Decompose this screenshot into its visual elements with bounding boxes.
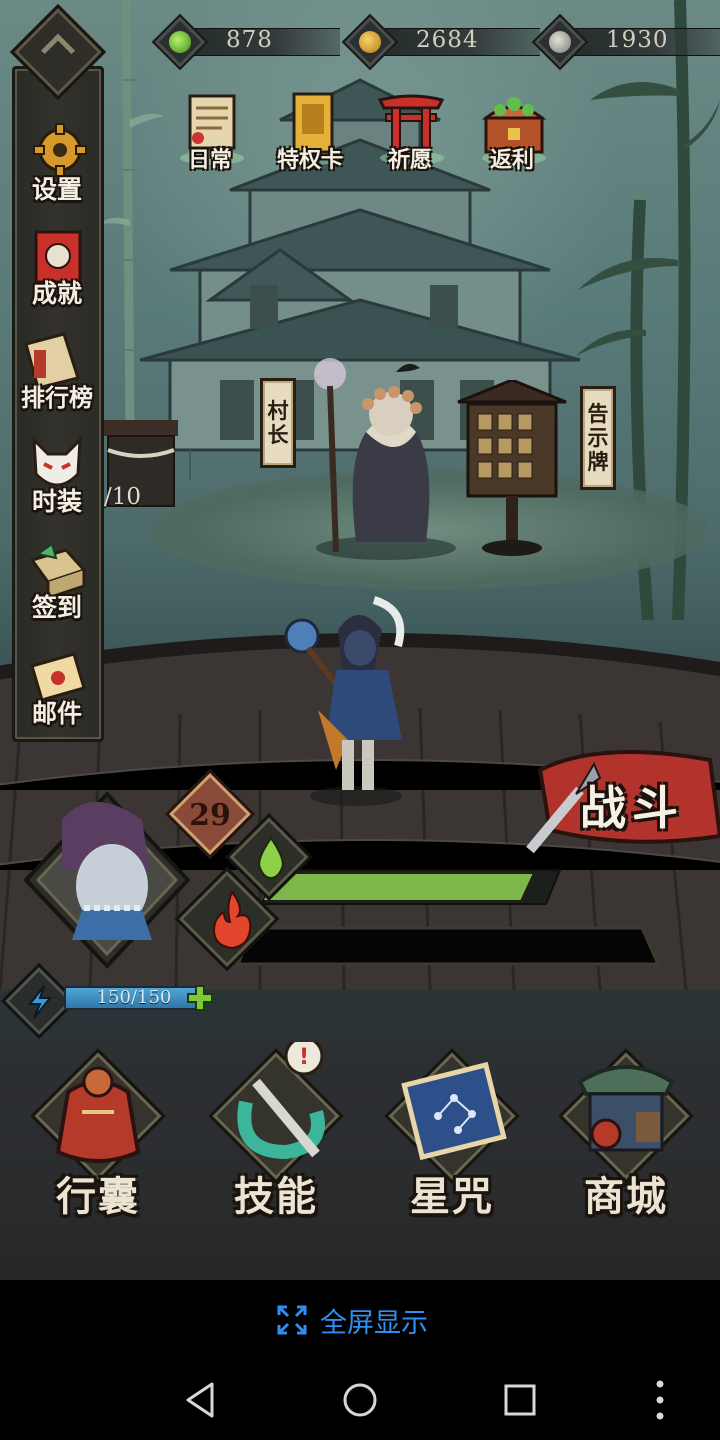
game-viewport[interactable]: 村 长 告 示 牌 /10 战斗 29 150/150 878 2684 193… xyxy=(0,0,720,1280)
skills-alert-badge: ! xyxy=(299,1045,309,1070)
fashion-label: 时装 xyxy=(31,487,82,516)
village-chief-sign-char-1: 村 xyxy=(267,397,289,423)
fullscreen-label: 全屏显示 xyxy=(320,1307,428,1339)
experience-fill xyxy=(264,874,533,900)
shop-stall-icon xyxy=(577,1065,675,1152)
leaderboard-button[interactable]: 排行榜 xyxy=(8,326,106,422)
silver-value: 1930 xyxy=(606,27,669,53)
battle-button[interactable]: 战斗 xyxy=(520,740,720,860)
privilege-card-button[interactable]: 特权卡 xyxy=(264,90,356,190)
jade-value: 878 xyxy=(226,27,273,53)
nav-shop-label: 商城 xyxy=(584,1173,668,1220)
fashion-button[interactable]: 时装 xyxy=(14,430,100,526)
more-options-icon[interactable] xyxy=(638,1378,682,1422)
shrine-counter: /10 xyxy=(104,484,142,510)
nav-skills[interactable]: ! 技能 xyxy=(196,1042,356,1232)
nav-skills-label: 技能 xyxy=(234,1173,318,1220)
player-hero[interactable] xyxy=(278,590,428,810)
fullscreen-expand-icon xyxy=(277,1305,307,1335)
water-drop-icon xyxy=(258,836,284,880)
mail-label: 邮件 xyxy=(31,699,82,728)
home-icon[interactable] xyxy=(338,1378,382,1422)
nav-stars[interactable]: 星咒 xyxy=(372,1042,532,1232)
level-value: 29 xyxy=(189,798,231,833)
player-portrait[interactable] xyxy=(22,790,192,970)
settings-label: 设置 xyxy=(31,175,82,204)
nav-bag-label: 行囊 xyxy=(56,1173,140,1220)
fire-icon xyxy=(212,890,252,950)
gold-coin-icon xyxy=(359,31,381,53)
pray-button[interactable]: 祈愿 xyxy=(364,90,456,190)
settings-button[interactable]: 设置 xyxy=(14,118,100,214)
notice-board-sign-char-2: 示 xyxy=(587,424,609,450)
checkin-label: 签到 xyxy=(31,593,82,622)
silver-coin-icon xyxy=(549,31,571,53)
experience-bar xyxy=(262,869,562,905)
resource-silver[interactable]: 1930 xyxy=(531,13,720,71)
village-chief-sign-char-2: 长 xyxy=(267,422,289,447)
pray-label: 祈愿 xyxy=(387,147,432,173)
nav-stars-label: 星咒 xyxy=(410,1173,494,1220)
notice-board[interactable] xyxy=(452,380,572,560)
gold-value: 2684 xyxy=(416,27,479,53)
recents-icon[interactable] xyxy=(498,1378,542,1422)
nav-shop[interactable]: 商城 xyxy=(546,1042,706,1232)
leaderboard-label: 排行榜 xyxy=(21,383,93,412)
star-chart-scroll-icon xyxy=(401,1061,507,1161)
fullscreen-bar: 全屏显示 xyxy=(0,1280,720,1360)
lightning-icon xyxy=(27,985,53,1019)
achievements-button[interactable]: 成就 xyxy=(14,222,100,318)
chevron-up-icon xyxy=(41,33,75,68)
health-bar xyxy=(236,926,660,966)
notice-board-sign-char-1: 告 xyxy=(587,400,609,426)
pouch-icon xyxy=(55,1066,141,1163)
achievements-label: 成就 xyxy=(31,279,82,308)
add-energy-button[interactable] xyxy=(186,984,214,1012)
privilege-card-label: 特权卡 xyxy=(276,147,343,173)
daily-button[interactable]: 日常 xyxy=(164,90,256,190)
resource-jade[interactable]: 878 xyxy=(151,13,340,71)
village-chief-sign[interactable]: 村 长 xyxy=(260,378,296,468)
nav-bag[interactable]: 行囊 xyxy=(18,1042,178,1232)
system-navigation-bar xyxy=(0,1360,720,1440)
snake-blade-icon: ! xyxy=(237,1042,325,1160)
fullscreen-button[interactable]: 全屏显示 xyxy=(276,1300,428,1340)
battle-label: 战斗 xyxy=(580,781,684,835)
back-icon[interactable] xyxy=(178,1378,222,1422)
checkin-button[interactable]: 签到 xyxy=(14,536,100,632)
resource-gold[interactable]: 2684 xyxy=(341,13,540,71)
notice-board-sign-char-3: 牌 xyxy=(587,449,609,475)
notice-board-sign[interactable]: 告 示 牌 xyxy=(580,386,616,490)
rebate-button[interactable]: 返利 xyxy=(466,90,558,190)
village-chief-npc[interactable] xyxy=(296,352,466,562)
daily-label: 日常 xyxy=(187,147,232,173)
energy-value: 150/150 xyxy=(96,987,172,1008)
green-jade-icon xyxy=(169,31,191,53)
mail-button[interactable]: 邮件 xyxy=(14,642,100,738)
rebate-label: 返利 xyxy=(489,147,534,173)
